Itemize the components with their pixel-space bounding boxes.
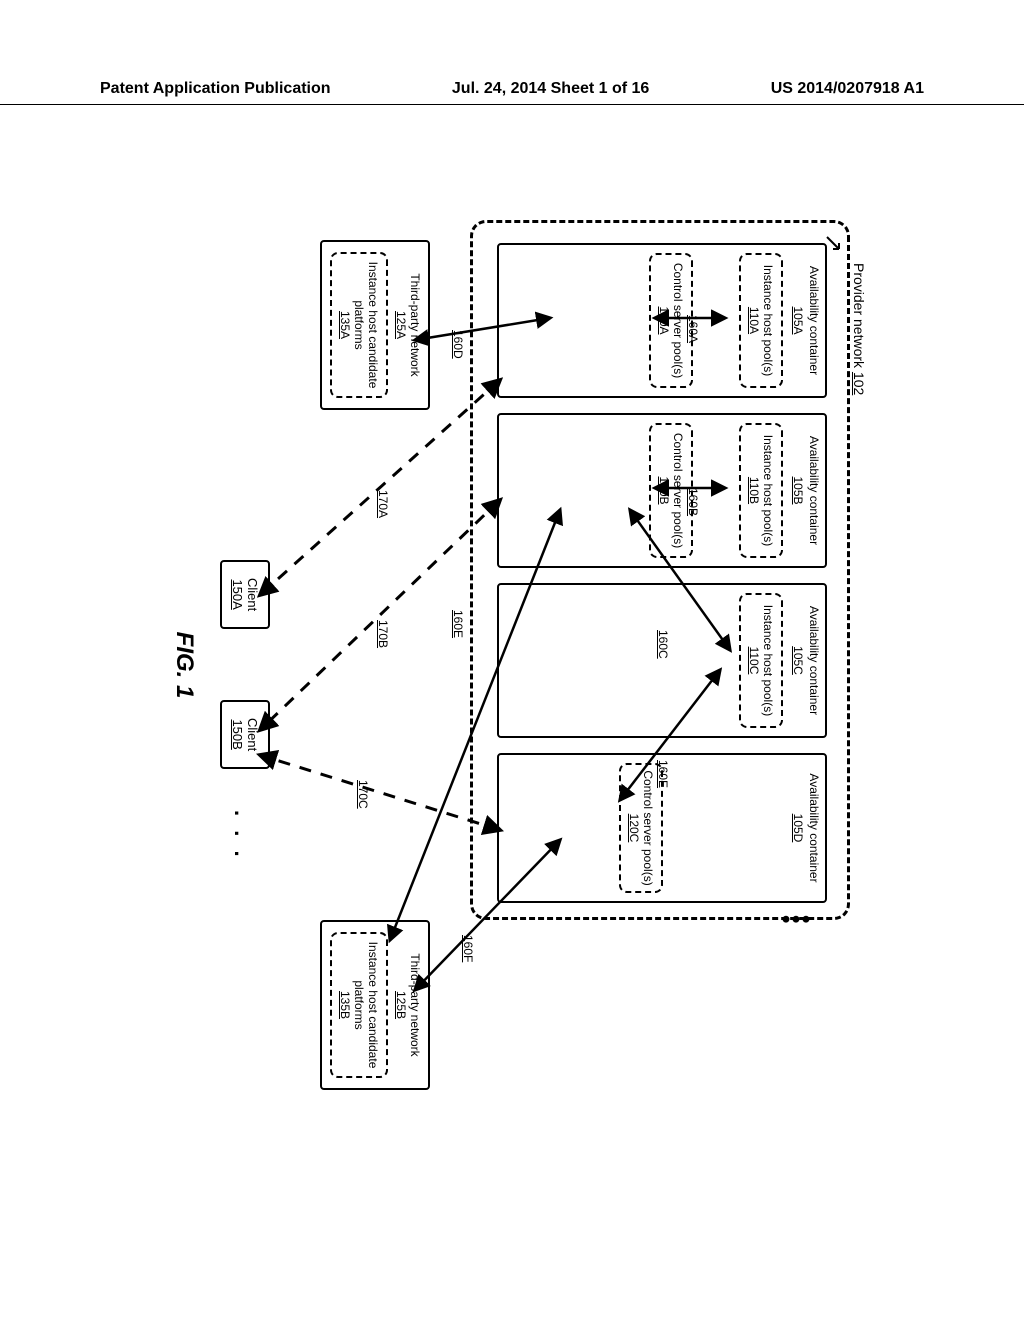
availability-ref-a: 105A <box>791 251 805 390</box>
figure-landscape: Provider network 102 Availability contai… <box>150 200 870 1130</box>
cs-label: Control server pool(s) <box>641 770 655 885</box>
ellipsis-vertical-icon: ••• <box>780 915 810 923</box>
tp-cand-label: Instance host candidate platforms <box>352 262 380 389</box>
ih-label: Instance host pool(s) <box>761 605 775 716</box>
tp-cand-ref: 135B <box>338 991 352 1019</box>
edge-label-160d: 160D <box>451 330 465 359</box>
provider-network-label: Provider network 102 <box>851 263 867 395</box>
availability-container-b: Availability container 105B Instance hos… <box>497 413 827 568</box>
edge-label-160e-left: 160E <box>451 610 465 638</box>
edge-label-160e-right: 160E <box>656 760 670 788</box>
edge-label-170a: 170A <box>376 490 390 518</box>
edge-label-170c: 170C <box>356 780 370 809</box>
availability-container-c: Availability container 105C Instance hos… <box>497 583 827 738</box>
tp-cand-label: Instance host candidate platforms <box>352 942 380 1069</box>
cs-ref: 120C <box>627 814 641 843</box>
availability-title: Availability container <box>807 251 821 390</box>
third-party-network-b: Third-party network 125B Instance host c… <box>320 920 430 1090</box>
cs-ref: 120A <box>657 306 671 334</box>
figure-label: FIG. 1 <box>170 632 198 699</box>
ih-ref: 110B <box>747 477 761 504</box>
cs-label: Control server pool(s) <box>671 433 685 548</box>
cs-ref: 120B <box>657 476 671 504</box>
edge-label-160f: 160F <box>461 935 475 962</box>
tp-candidate-b: Instance host candidate platforms 135B <box>330 932 388 1078</box>
ih-ref: 110C <box>747 647 761 675</box>
provider-network-label-text: Provider network <box>851 263 867 372</box>
availability-ref-c: 105C <box>791 591 805 730</box>
figure-container: Provider network 102 Availability contai… <box>45 305 975 1025</box>
clients-ellipsis-icon: . . . <box>229 810 255 861</box>
availability-title: Availability container <box>807 591 821 730</box>
instance-host-pool-b: Instance host pool(s) 110B <box>739 423 783 558</box>
edge-label-160b: 160B <box>686 488 700 516</box>
tp-cand-ref: 135A <box>338 311 352 339</box>
ih-ref: 110A <box>747 307 761 334</box>
client-label: Client <box>245 718 260 751</box>
client-ref-a: 150A <box>230 578 245 611</box>
client-label: Client <box>245 578 260 611</box>
header-center: Jul. 24, 2014 Sheet 1 of 16 <box>452 80 649 98</box>
availability-ref-b: 105B <box>791 421 805 560</box>
tp-title: Third-party network <box>408 928 422 1082</box>
page-header: Patent Application Publication Jul. 24, … <box>0 80 1024 105</box>
instance-host-pool-c: Instance host pool(s) 110C <box>739 593 783 728</box>
cs-label: Control server pool(s) <box>671 263 685 378</box>
client-a: Client 150A <box>220 560 270 629</box>
availability-title: Availability container <box>807 761 821 895</box>
provider-network-box: Provider network 102 Availability contai… <box>470 220 850 920</box>
tp-ref-a: 125A <box>394 248 408 402</box>
third-party-network-a: Third-party network 125A Instance host c… <box>320 240 430 410</box>
availability-ref-d: 105D <box>791 761 805 895</box>
client-b: Client 150B <box>220 700 270 769</box>
client-ref-b: 150B <box>230 718 245 751</box>
availability-title: Availability container <box>807 421 821 560</box>
tp-title: Third-party network <box>408 248 422 402</box>
ih-label: Instance host pool(s) <box>761 265 775 376</box>
header-left: Patent Application Publication <box>100 80 331 98</box>
tp-candidate-a: Instance host candidate platforms 135A <box>330 252 388 398</box>
availability-container-a: Availability container 105A Instance hos… <box>497 243 827 398</box>
tp-ref-b: 125B <box>394 928 408 1082</box>
edge-label-160c: 160C <box>656 630 670 659</box>
edge-label-160a: 160A <box>686 315 700 343</box>
instance-host-pool-a: Instance host pool(s) 110A <box>739 253 783 388</box>
ih-label: Instance host pool(s) <box>761 435 775 546</box>
edge-label-170b: 170B <box>376 620 390 648</box>
header-right: US 2014/0207918 A1 <box>771 80 924 98</box>
provider-network-ref: 102 <box>851 372 867 395</box>
